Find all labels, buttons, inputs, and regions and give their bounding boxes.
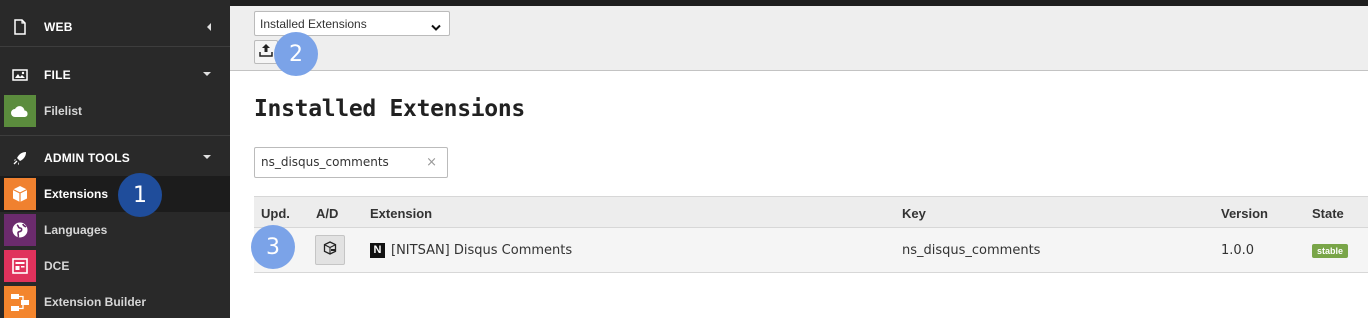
state-cell: stable bbox=[1312, 228, 1368, 273]
box-icon bbox=[4, 178, 36, 210]
column-header-version[interactable]: Version bbox=[1221, 197, 1312, 228]
extension-version: 1.0.0 bbox=[1221, 242, 1255, 258]
rocket-icon bbox=[12, 150, 28, 166]
chevron-down-icon bbox=[203, 155, 211, 159]
cloud-icon bbox=[4, 95, 36, 127]
select-value: Installed Extensions bbox=[260, 17, 367, 31]
chevron-left-icon bbox=[207, 23, 211, 31]
sidebar-group-label: ADMIN TOOLS bbox=[44, 151, 130, 165]
page-title: Installed Extensions bbox=[254, 96, 525, 122]
sidebar-group-label: FILE bbox=[44, 68, 71, 82]
status-badge: stable bbox=[1312, 243, 1349, 258]
extensions-table: Upd. A/D Extension Key Version State N [… bbox=[254, 196, 1368, 273]
sidebar-group-admin-tools[interactable]: ADMIN TOOLS bbox=[0, 137, 230, 175]
callout-2: 2 bbox=[274, 32, 318, 76]
sidebar-item-filelist[interactable]: Filelist bbox=[0, 93, 230, 129]
callout-3: 3 bbox=[251, 225, 295, 269]
sidebar-item-label: DCE bbox=[44, 259, 70, 273]
document-icon bbox=[12, 19, 28, 35]
sidebar-item-dce[interactable]: DCE bbox=[0, 248, 230, 284]
deactivate-button[interactable] bbox=[315, 235, 345, 265]
column-header-upd[interactable]: Upd. bbox=[254, 197, 316, 228]
column-header-ad[interactable]: A/D bbox=[316, 197, 370, 228]
builder-icon bbox=[4, 286, 36, 318]
sidebar-group-web[interactable]: WEB bbox=[0, 6, 230, 47]
column-header-key[interactable]: Key bbox=[902, 197, 1221, 228]
sidebar-item-languages[interactable]: Languages bbox=[0, 212, 230, 248]
image-icon bbox=[12, 67, 28, 83]
sidebar-item-label: Languages bbox=[44, 223, 108, 237]
column-header-state[interactable]: State bbox=[1312, 197, 1368, 228]
sidebar-item-label: Extensions bbox=[44, 187, 109, 201]
chevron-down-icon bbox=[203, 72, 211, 76]
content-area: Installed Extensions Installed Extension… bbox=[230, 6, 1368, 318]
doc-header: Installed Extensions bbox=[230, 6, 1368, 71]
column-header-extension[interactable]: Extension bbox=[370, 197, 902, 228]
extension-title[interactable]: [NITSAN] Disqus Comments bbox=[391, 243, 572, 258]
sidebar-item-label: Extension Builder bbox=[44, 295, 147, 309]
extension-key: ns_disqus_comments bbox=[902, 242, 1041, 258]
upload-icon bbox=[259, 43, 273, 62]
sidebar-group-label: WEB bbox=[44, 20, 73, 34]
ad-cell bbox=[315, 228, 370, 273]
sidebar-item-extension-builder[interactable]: Extension Builder bbox=[0, 284, 230, 318]
callout-1: 1 bbox=[118, 173, 162, 217]
search-field[interactable]: × bbox=[254, 147, 448, 178]
nitsan-logo-icon: N bbox=[370, 242, 385, 258]
function-menu-select[interactable]: Installed Extensions bbox=[254, 11, 450, 36]
search-input[interactable] bbox=[261, 155, 411, 169]
deactivate-icon bbox=[323, 241, 337, 259]
module-menu: WEB FILE Filelist ADMIN TOOLS Extensions bbox=[0, 0, 230, 318]
table-row: N [NITSAN] Disqus Comments ns_disqus_comm… bbox=[254, 227, 1368, 273]
chevron-down-icon bbox=[431, 19, 441, 37]
dce-icon bbox=[4, 250, 36, 282]
clear-search-icon[interactable]: × bbox=[426, 155, 437, 170]
sidebar-item-label: Filelist bbox=[44, 104, 83, 118]
sidebar-group-file[interactable]: FILE bbox=[0, 54, 230, 92]
sidebar-item-extensions[interactable]: Extensions bbox=[0, 176, 230, 212]
table-header-row: Upd. A/D Extension Key Version State bbox=[254, 196, 1368, 228]
globe-icon bbox=[4, 214, 36, 246]
extension-cell: N [NITSAN] Disqus Comments bbox=[370, 228, 902, 273]
